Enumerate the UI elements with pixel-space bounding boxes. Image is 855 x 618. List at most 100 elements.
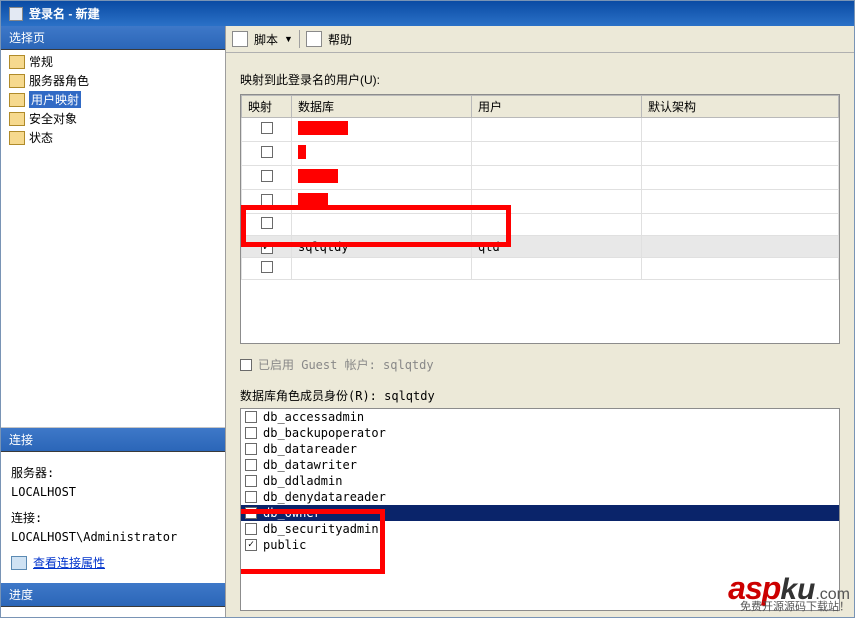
app-icon [9,7,23,21]
table-row[interactable]: sqlqtdyqtd [242,236,839,258]
role-name: db_owner [263,506,321,520]
role-checkbox[interactable] [245,459,257,471]
nav-item-label: 常规 [29,53,53,70]
role-checkbox[interactable] [245,443,257,455]
role-name: db_denydatareader [263,490,386,504]
role-checkbox[interactable] [245,523,257,535]
table-row[interactable] [242,142,839,166]
db-cell[interactable] [292,214,472,236]
role-row[interactable]: db_accessadmin [241,409,839,425]
role-checkbox[interactable] [245,491,257,503]
db-cell[interactable] [292,166,472,190]
left-panel: 选择页 常规服务器角色用户映射安全对象状态 连接 服务器: LOCALHOST … [1,26,225,617]
nav-item[interactable]: 用户映射 [5,90,225,109]
col-schema[interactable]: 默认架构 [642,96,839,118]
page-icon [9,112,25,126]
mapping-table-wrap: 映射 数据库 用户 默认架构 sqlqtdyqtd [240,94,840,344]
db-cell[interactable]: sqlqtdy [292,236,472,258]
redacted-block [298,193,328,207]
guest-checkbox [240,359,252,371]
titlebar[interactable]: 登录名 - 新建 [1,1,854,26]
connection-header: 连接 [1,428,225,452]
user-cell[interactable] [472,258,642,280]
nav-item[interactable]: 服务器角色 [5,71,225,90]
map-checkbox[interactable] [261,242,273,254]
connection-section: 连接 服务器: LOCALHOST 连接: LOCALHOST\Administ… [1,427,225,583]
role-checkbox[interactable] [245,507,257,519]
role-checkbox[interactable] [245,539,257,551]
role-name: db_backupoperator [263,426,386,440]
conn-label: 连接: [11,509,215,526]
role-row[interactable]: db_owner [241,505,839,521]
role-row[interactable]: db_ddladmin [241,473,839,489]
role-checkbox[interactable] [245,427,257,439]
table-row[interactable] [242,214,839,236]
table-row[interactable] [242,258,839,280]
db-cell[interactable] [292,258,472,280]
role-row[interactable]: db_datareader [241,441,839,457]
role-name: db_datawriter [263,458,357,472]
col-user[interactable]: 用户 [472,96,642,118]
user-cell[interactable] [472,190,642,214]
schema-cell[interactable] [642,236,839,258]
role-checkbox[interactable] [245,475,257,487]
role-row[interactable]: public [241,537,839,553]
script-icon [232,31,248,47]
user-cell[interactable] [472,118,642,142]
map-checkbox[interactable] [261,194,273,206]
redacted-block [298,145,306,159]
map-checkbox[interactable] [261,217,273,229]
map-checkbox[interactable] [261,170,273,182]
schema-cell[interactable] [642,190,839,214]
role-row[interactable]: db_securityadmin [241,521,839,537]
col-map[interactable]: 映射 [242,96,292,118]
schema-cell[interactable] [642,258,839,280]
page-icon [9,93,25,107]
server-value: LOCALHOST [11,485,215,499]
nav-item-label: 用户映射 [29,91,81,108]
db-cell[interactable] [292,190,472,214]
db-cell[interactable] [292,142,472,166]
table-row[interactable] [242,166,839,190]
role-name: public [263,538,306,552]
roles-list[interactable]: db_accessadmindb_backupoperator db_datare… [240,408,840,611]
dialog-body: 选择页 常规服务器角色用户映射安全对象状态 连接 服务器: LOCALHOST … [1,26,854,617]
page-icon [9,74,25,88]
role-row[interactable]: db_denydatareader [241,489,839,505]
db-cell[interactable] [292,118,472,142]
schema-cell[interactable] [642,166,839,190]
script-button[interactable]: 脚本 [254,31,278,48]
guest-line: 已启用 Guest 帐户: sqlqtdy [240,356,840,373]
script-dropdown-arrow[interactable]: ▼ [284,34,293,44]
role-row[interactable]: db_backupoperator [241,425,839,441]
user-cell[interactable]: qtd [472,236,642,258]
schema-cell[interactable] [642,214,839,236]
map-checkbox[interactable] [261,146,273,158]
schema-cell[interactable] [642,118,839,142]
page-icon [9,131,25,145]
nav-item-label: 安全对象 [29,110,77,127]
col-db[interactable]: 数据库 [292,96,472,118]
table-row[interactable] [242,190,839,214]
nav-item[interactable]: 状态 [5,128,225,147]
map-checkbox[interactable] [261,261,273,273]
select-page-header: 选择页 [1,26,225,50]
role-checkbox[interactable] [245,411,257,423]
user-cell[interactable] [472,142,642,166]
connection-body: 服务器: LOCALHOST 连接: LOCALHOST\Administrat… [1,452,225,583]
user-cell[interactable] [472,214,642,236]
role-row[interactable]: db_datawriter [241,457,839,473]
view-connection-props-link[interactable]: 查看连接属性 [33,554,105,571]
nav-item[interactable]: 常规 [5,52,225,71]
dialog-window: 登录名 - 新建 选择页 常规服务器角色用户映射安全对象状态 连接 服务器: L… [0,0,855,618]
help-button[interactable]: 帮助 [328,31,352,48]
table-row[interactable] [242,118,839,142]
mapping-table[interactable]: 映射 数据库 用户 默认架构 sqlqtdyqtd [241,95,839,280]
role-name: db_securityadmin [263,522,379,536]
user-cell[interactable] [472,166,642,190]
schema-cell[interactable] [642,142,839,166]
nav-item[interactable]: 安全对象 [5,109,225,128]
page-icon [9,55,25,69]
role-name: db_datareader [263,442,357,456]
map-checkbox[interactable] [261,122,273,134]
